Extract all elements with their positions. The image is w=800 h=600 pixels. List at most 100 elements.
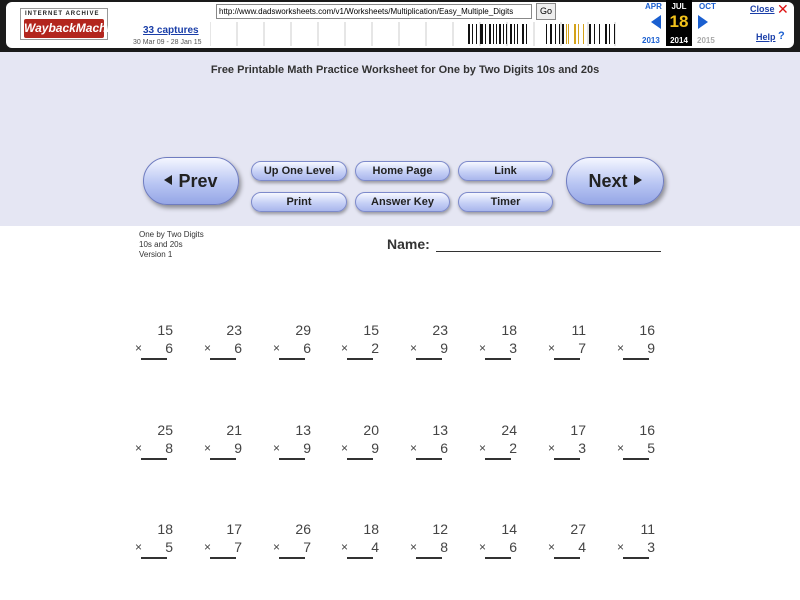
- problem-multiplier-value: 4: [371, 539, 379, 555]
- go-button[interactable]: Go: [536, 3, 556, 20]
- current-month: JUL: [671, 2, 687, 11]
- home-page-button[interactable]: Home Page: [355, 161, 450, 181]
- answer-key-button[interactable]: Answer Key: [355, 192, 450, 212]
- problem-multiplier: × 9: [339, 439, 379, 457]
- sparkline-bar: [609, 24, 610, 44]
- times-sign: ×: [341, 441, 349, 455]
- problem-multiplier-value: 7: [234, 539, 242, 555]
- answer-rule: [347, 458, 373, 460]
- next-month-label[interactable]: OCT: [699, 2, 716, 11]
- sparkline-bar: [614, 24, 615, 44]
- problem-multiplicand: 21: [226, 422, 242, 438]
- prev-capture-arrow-icon[interactable]: [651, 15, 661, 29]
- times-sign: ×: [204, 540, 212, 554]
- wayback-logo-main: WaybackMachine: [24, 19, 124, 38]
- sparkline-bar: [589, 24, 591, 44]
- problem: 17 × 3: [546, 421, 586, 460]
- answer-rule: [623, 458, 649, 460]
- close-icon[interactable]: ✕: [777, 1, 789, 18]
- problem: 25 × 8: [133, 421, 173, 460]
- next-capture-arrow-icon[interactable]: [698, 15, 708, 29]
- name-label: Name:: [387, 236, 430, 252]
- sparkline-bar: [517, 24, 518, 44]
- worksheet-meta: One by Two Digits 10s and 20s Version 1: [139, 230, 204, 260]
- answer-rule: [554, 358, 580, 360]
- capture-sparkline[interactable]: [210, 22, 642, 46]
- times-sign: ×: [479, 441, 487, 455]
- url-input[interactable]: [216, 4, 532, 19]
- problem: 11 × 7: [546, 321, 586, 360]
- problem-multiplicand: 18: [501, 322, 517, 338]
- print-button[interactable]: Print: [251, 192, 347, 212]
- times-sign: ×: [341, 341, 349, 355]
- sparkline-bar: [476, 24, 477, 44]
- timer-button[interactable]: Timer: [458, 192, 553, 212]
- problem-multiplicand: 15: [363, 322, 379, 338]
- answer-rule: [485, 358, 511, 360]
- times-sign: ×: [135, 341, 143, 355]
- answer-rule: [279, 557, 305, 559]
- current-capture-date: JUL 18 2014: [666, 0, 692, 46]
- up-one-level-button[interactable]: Up One Level: [251, 161, 347, 181]
- problem: 27 × 4: [546, 520, 586, 559]
- times-sign: ×: [410, 540, 418, 554]
- problem-multiplier-value: 3: [509, 340, 517, 356]
- problem-multiplicand: 12: [432, 521, 448, 537]
- prev-year-label[interactable]: 2013: [642, 36, 660, 45]
- sparkline-bar: [499, 24, 501, 44]
- sparkline-bar: [566, 24, 567, 44]
- answer-rule: [485, 557, 511, 559]
- next-button[interactable]: Next: [566, 157, 664, 205]
- sparkline-bar: [546, 24, 547, 44]
- next-button-label: Next: [588, 171, 628, 191]
- sparkline-bar: [605, 24, 607, 44]
- sparkline-bar: [526, 24, 527, 44]
- capture-range: 30 Mar 09 - 28 Jan 15: [133, 39, 202, 46]
- problem: 21 × 9: [202, 421, 242, 460]
- link-button[interactable]: Link: [458, 161, 553, 181]
- sparkline-bar: [493, 24, 494, 44]
- sparkline-bar: [485, 24, 486, 44]
- times-sign: ×: [617, 341, 625, 355]
- times-sign: ×: [273, 341, 281, 355]
- problem-multiplier: × 9: [202, 439, 242, 457]
- problem-multiplier-value: 2: [509, 440, 517, 456]
- problem-multiplicand: 11: [640, 521, 655, 537]
- problem-multiplier-value: 9: [371, 440, 379, 456]
- sparkline-bar: [583, 24, 584, 44]
- problem-multiplicand: 26: [295, 521, 311, 537]
- problem-multiplicand: 23: [226, 322, 242, 338]
- answer-rule: [485, 458, 511, 460]
- problem: 17 × 7: [202, 520, 242, 559]
- times-sign: ×: [135, 441, 143, 455]
- wayback-logo[interactable]: INTERNET ARCHIVE WaybackMachine: [20, 8, 124, 40]
- problem-multiplier: × 6: [202, 339, 242, 357]
- problem-multiplier-value: 9: [234, 440, 242, 456]
- sparkline-bar: [468, 24, 470, 44]
- problem-multiplier-value: 7: [578, 340, 586, 356]
- answer-rule: [623, 358, 649, 360]
- triangle-right-icon: [633, 175, 642, 185]
- problem-multiplier: × 4: [339, 538, 379, 556]
- problem-multiplicand: 17: [226, 521, 242, 537]
- answer-rule: [210, 557, 236, 559]
- problem: 18 × 4: [339, 520, 379, 559]
- close-link[interactable]: Close: [750, 4, 775, 14]
- problem-multiplier-value: 9: [303, 440, 311, 456]
- problem-multiplier-value: 5: [647, 440, 655, 456]
- problem-multiplier-value: 3: [578, 440, 586, 456]
- problem: 15 × 6: [133, 321, 173, 360]
- captures-link[interactable]: 33 captures: [143, 25, 199, 36]
- help-link[interactable]: Help: [756, 32, 776, 42]
- prev-month-label[interactable]: APR: [645, 2, 662, 11]
- problem-multiplicand: 17: [570, 422, 586, 438]
- prev-button[interactable]: Prev: [143, 157, 239, 205]
- problem: 15 × 2: [339, 321, 379, 360]
- page-title: Free Printable Math Practice Worksheet f…: [210, 64, 600, 76]
- problem-multiplier-value: 6: [303, 340, 311, 356]
- problem-multiplicand: 15: [157, 322, 173, 338]
- help-icon[interactable]: ?: [778, 30, 785, 42]
- problem-multiplier-value: 5: [165, 539, 173, 555]
- problem: 23 × 6: [202, 321, 242, 360]
- times-sign: ×: [273, 540, 281, 554]
